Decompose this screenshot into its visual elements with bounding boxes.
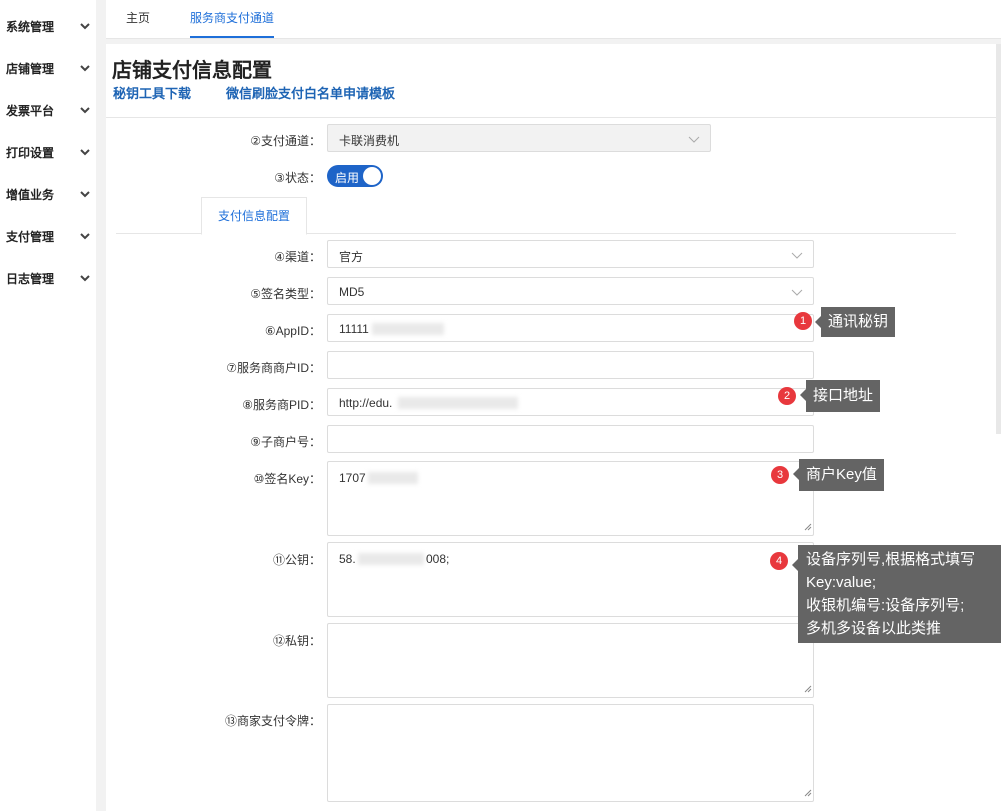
sidebar-item-label: 系统管理: [6, 20, 55, 34]
sidebar-item-label: 日志管理: [6, 272, 55, 286]
sub-merchant-input[interactable]: [327, 425, 814, 453]
sidebar-item-logs[interactable]: 日志管理: [0, 258, 96, 300]
callout-api-address: 接口地址: [799, 380, 881, 412]
appid-input[interactable]: 11111: [327, 314, 814, 342]
merchant-token-label: ⑬商家支付令牌：: [224, 714, 321, 728]
callout-device-serial: 设备序列号,根据格式填写 Key:value; 收银机编号:设备序列号; 多机多…: [792, 545, 1001, 643]
sidebar-item-label: 打印设置: [6, 146, 55, 160]
scrollbar[interactable]: [996, 44, 1001, 434]
public-key-label: ⑪公钥：: [272, 553, 321, 567]
main-content: 店铺支付信息配置 秘钥工具下载 微信刷脸支付白名单申请模板 ②支付通道： 卡联消…: [106, 44, 1001, 811]
tab-service-payment-channel[interactable]: 服务商支付通道: [190, 0, 275, 38]
sidebar-item-value-added[interactable]: 增值业务: [0, 174, 96, 216]
resize-handle-icon[interactable]: [804, 682, 812, 696]
redacted-blur: [368, 472, 418, 484]
sign-type-select[interactable]: MD5: [327, 277, 814, 305]
sidebar-item-label: 增值业务: [6, 188, 55, 202]
divider: [106, 117, 1001, 118]
status-toggle-label: 启用: [335, 171, 360, 185]
sidebar-item-label: 支付管理: [6, 230, 55, 244]
sign-key-value: 1707: [339, 471, 366, 485]
tab-payment-info-config[interactable]: 支付信息配置: [201, 197, 307, 235]
callout-comm-key: 通讯秘钥: [814, 307, 896, 337]
wechat-whitelist-template-link[interactable]: 微信刷脸支付白名单申请模板: [226, 83, 395, 102]
top-tab-bar: 主页 服务商支付通道: [106, 0, 1001, 39]
resize-handle-icon[interactable]: [804, 520, 812, 534]
status-label: ③状态：: [274, 171, 321, 185]
sidebar-item-label: 店铺管理: [6, 62, 55, 76]
appid-label: ⑥AppID：: [264, 324, 321, 338]
pay-channel-label: ②支付通道：: [250, 134, 321, 148]
toggle-knob: [363, 167, 381, 185]
callout-line: 收银机编号:设备序列号;: [806, 597, 965, 614]
sign-type-value: MD5: [339, 285, 365, 299]
key-tool-download-link[interactable]: 秘钥工具下载: [113, 83, 191, 102]
sidebar-item-system[interactable]: 系统管理: [0, 6, 96, 48]
appid-value: 11111: [339, 322, 369, 336]
callout-line: 多机多设备以此类推: [806, 620, 942, 637]
resize-handle-icon[interactable]: [804, 786, 812, 800]
sign-key-label: ⑩签名Key：: [253, 472, 321, 486]
callout-badge-2: 2: [778, 387, 796, 405]
sub-merchant-label: ⑨子商户号：: [250, 435, 321, 449]
tab-home[interactable]: 主页: [126, 0, 150, 38]
public-key-textarea[interactable]: 58. 008;: [327, 542, 814, 617]
sidebar-item-invoice[interactable]: 发票平台: [0, 90, 96, 132]
private-key-textarea[interactable]: [327, 623, 814, 698]
merchant-token-textarea[interactable]: [327, 704, 814, 802]
sign-type-label: ⑤签名类型：: [250, 287, 321, 301]
channel-value: 官方: [339, 250, 364, 264]
channel-select[interactable]: 官方: [327, 240, 814, 268]
sp-merchant-id-input[interactable]: [327, 351, 814, 379]
callout-badge-4: 4: [770, 552, 788, 570]
sign-key-textarea[interactable]: 1707: [327, 461, 814, 536]
sp-pid-label: ⑧服务商PID：: [242, 398, 321, 412]
redacted-blur: [372, 323, 444, 335]
callout-merchant-key: 商户Key值: [793, 459, 884, 491]
chevron-down-icon: [688, 133, 700, 147]
sidebar-item-store[interactable]: 店铺管理: [0, 48, 96, 90]
sidebar-item-payment[interactable]: 支付管理: [0, 216, 96, 258]
redacted-blur: [358, 553, 424, 565]
redacted-blur: [398, 397, 518, 409]
callout-badge-1: 1: [794, 312, 812, 330]
sidebar-item-print[interactable]: 打印设置: [0, 132, 96, 174]
private-key-label: ⑫私钥：: [272, 634, 321, 648]
callout-line: 设备序列号,根据格式填写: [806, 551, 976, 568]
page-title: 店铺支付信息配置: [112, 60, 272, 82]
callout-line: Key:value;: [806, 574, 877, 591]
pay-channel-value: 卡联消费机: [339, 134, 400, 148]
status-toggle[interactable]: 启用: [327, 165, 383, 187]
sidebar-gap: [96, 0, 106, 811]
channel-label: ④渠道：: [274, 250, 321, 264]
public-key-value-suffix: 008;: [426, 552, 450, 566]
callout-badge-3: 3: [771, 466, 789, 484]
pay-channel-select[interactable]: 卡联消费机: [327, 124, 711, 152]
chevron-down-icon: [791, 249, 803, 263]
chevron-down-icon: [791, 286, 803, 300]
sp-pid-value: http://edu.: [339, 396, 393, 410]
public-key-value-prefix: 58.: [339, 552, 356, 566]
sp-merchant-id-label: ⑦服务商商户ID：: [226, 361, 321, 375]
sp-pid-input[interactable]: http://edu.: [327, 388, 814, 416]
sidebar-item-label: 发票平台: [6, 104, 55, 118]
sidebar: 系统管理 店铺管理 发票平台 打印设置 增值业务 支付管理 日志管理: [0, 0, 96, 811]
